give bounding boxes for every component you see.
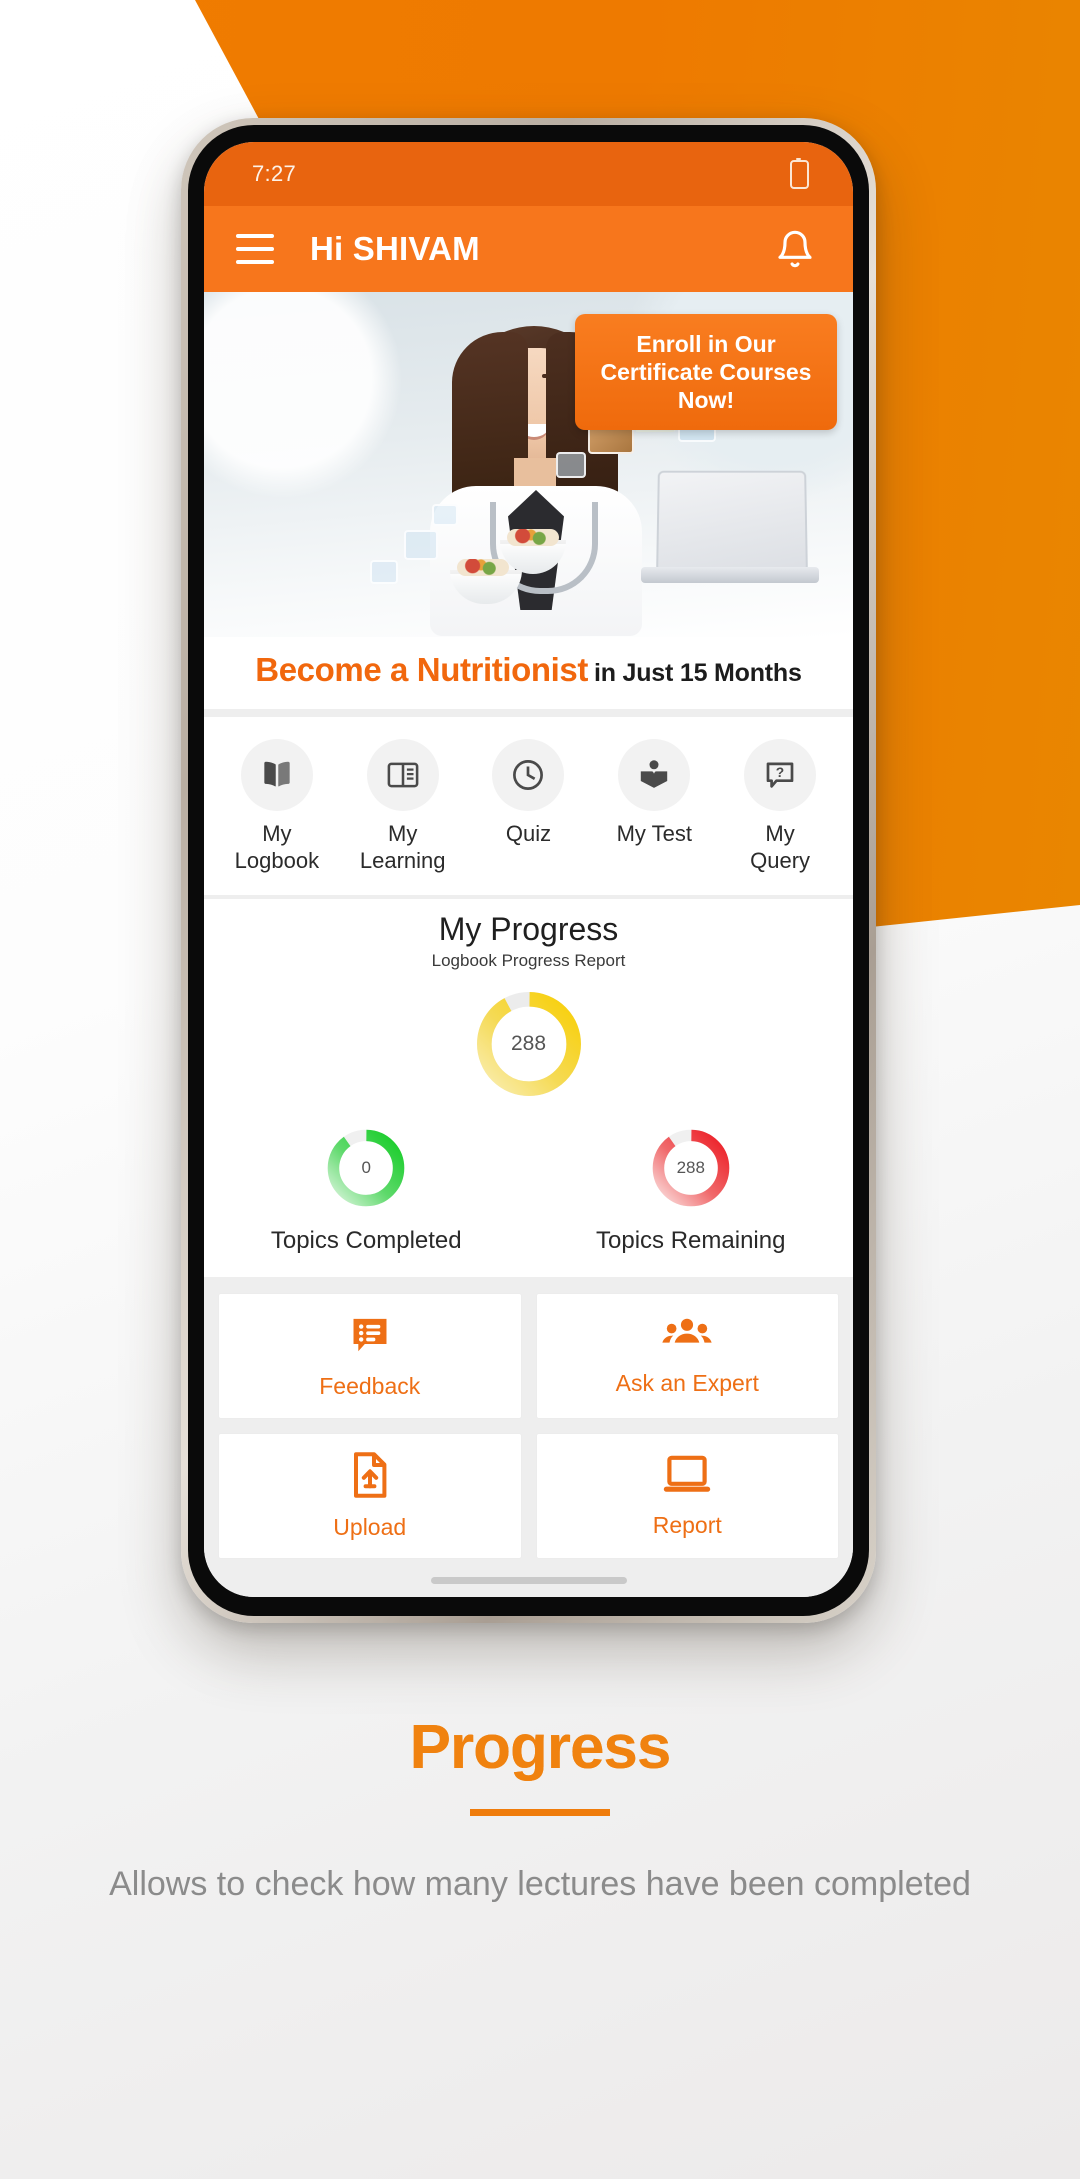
- phone-screen: 7:27 Hi SHIVAM Enroll in Our Certificate…: [204, 142, 853, 1597]
- enroll-cta-button[interactable]: Enroll in Our Certificate Courses Now!: [575, 314, 837, 431]
- question-chat-icon: ?: [744, 739, 817, 811]
- tile-report[interactable]: Report: [535, 1432, 839, 1559]
- banner-tile-6: [370, 560, 398, 584]
- home-indicator[interactable]: [430, 1577, 627, 1584]
- quick-action-label: Quiz: [505, 821, 552, 846]
- clock-icon: [492, 739, 565, 811]
- laptop-report-icon: [661, 1453, 713, 1502]
- phone-bezel: 7:27 Hi SHIVAM Enroll in Our Certificate…: [188, 125, 869, 1616]
- banner-caption-sub: in Just 15 Months: [593, 659, 802, 687]
- reader-book-icon: [618, 739, 691, 811]
- progress-title: My Progress: [438, 910, 619, 947]
- tile-upload[interactable]: Upload: [218, 1432, 522, 1559]
- feedback-chat-list-icon: [347, 1312, 393, 1363]
- topics-completed-value: 0: [361, 1157, 371, 1177]
- quick-action-label: My Logbook: [234, 821, 320, 873]
- footer-description: Allows to check how many lectures have b…: [109, 1865, 971, 1903]
- battery-icon: [790, 157, 809, 189]
- promo-banner: Enroll in Our Certificate Courses Now!: [204, 292, 853, 637]
- footer-title: Progress: [0, 1712, 1080, 1783]
- topics-completed-gauge: 0: [323, 1125, 409, 1211]
- home-content: My Logbook My Learning Quiz My Test ? My…: [204, 709, 853, 1597]
- banner-tile-4: [556, 452, 586, 478]
- tile-label: Feedback: [319, 1372, 421, 1399]
- quick-action-label: My Learning: [359, 821, 446, 873]
- action-tiles: Feedback Ask an Expert Upload Report: [204, 1277, 853, 1559]
- quick-action-my-query[interactable]: ? My Query: [725, 739, 835, 875]
- tile-label: Report: [652, 1511, 722, 1538]
- tile-feedback[interactable]: Feedback: [218, 1292, 522, 1419]
- group-people-icon: [662, 1315, 712, 1360]
- file-upload-icon: [349, 1451, 391, 1504]
- tile-label: Upload: [333, 1513, 407, 1540]
- banner-tile-5: [404, 530, 438, 560]
- logbook-progress-value: 288: [510, 1031, 547, 1055]
- topics-remaining-gauge: 288: [648, 1125, 734, 1211]
- banner-caption-strong: Become a Nutritionist: [255, 651, 588, 688]
- main-gauge-wrap: 288: [204, 985, 853, 1103]
- bell-icon[interactable]: [775, 228, 815, 270]
- svg-text:?: ?: [776, 765, 784, 780]
- quick-action-my-logbook[interactable]: My Logbook: [222, 739, 332, 875]
- topics-remaining-block: 288 Topics Remaining: [541, 1125, 840, 1255]
- topics-completed-label: Topics Completed: [270, 1226, 462, 1254]
- tile-label: Ask an Expert: [615, 1369, 759, 1396]
- quick-actions-row: My Logbook My Learning Quiz My Test ? My…: [204, 717, 853, 895]
- book-page-icon: [366, 739, 439, 811]
- open-book-icon: [240, 739, 313, 811]
- sub-gauges: 0 Topics Completed 288 Topics Remaining: [204, 1125, 853, 1255]
- progress-subtitle: Logbook Progress Report: [431, 950, 626, 970]
- topics-remaining-label: Topics Remaining: [596, 1226, 786, 1254]
- phone-mockup: 7:27 Hi SHIVAM Enroll in Our Certificate…: [181, 118, 876, 1623]
- app-bar: Hi SHIVAM: [204, 206, 853, 292]
- status-bar: 7:27: [204, 142, 853, 206]
- quick-action-my-test[interactable]: My Test: [599, 739, 709, 848]
- quick-action-my-learning[interactable]: My Learning: [348, 739, 458, 875]
- progress-card: My Progress Logbook Progress Report 288 …: [204, 898, 853, 1277]
- banner-tile-7: [432, 504, 458, 526]
- tile-ask-an-expert[interactable]: Ask an Expert: [535, 1292, 839, 1419]
- footer-caption: Progress Allows to check how many lectur…: [0, 1712, 1080, 1908]
- app-bar-title: Hi SHIVAM: [310, 230, 480, 267]
- quick-action-label: My Query: [750, 821, 811, 873]
- footer-divider: [470, 1809, 610, 1816]
- quick-action-label: My Test: [616, 821, 692, 846]
- topics-completed-block: 0 Topics Completed: [217, 1125, 516, 1255]
- status-icons: [790, 157, 809, 189]
- logbook-progress-gauge: 288: [470, 985, 588, 1103]
- status-time: 7:27: [252, 161, 297, 186]
- topics-remaining-value: 288: [676, 1157, 705, 1177]
- quick-action-quiz[interactable]: Quiz: [473, 739, 583, 848]
- banner-caption: Become a Nutritionist in Just 15 Months: [204, 637, 853, 709]
- banner-laptop-graphic: [641, 470, 819, 598]
- hamburger-menu-icon[interactable]: [236, 234, 274, 264]
